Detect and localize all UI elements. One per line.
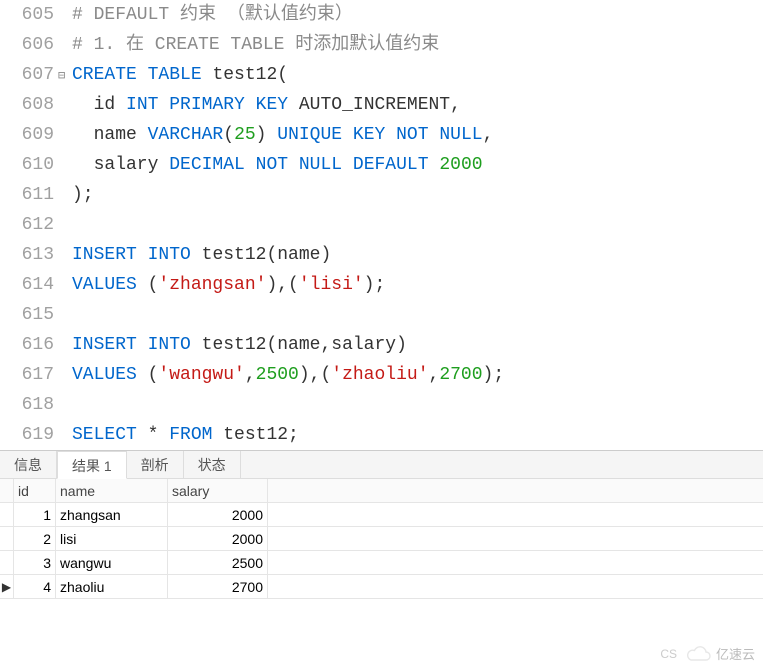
code-line[interactable]: 618 bbox=[0, 390, 763, 420]
fold-toggle-icon[interactable]: ⊟ bbox=[58, 61, 72, 91]
cell-id[interactable]: 4 bbox=[14, 575, 56, 598]
code-line[interactable]: 610 salary DECIMAL NOT NULL DEFAULT 2000 bbox=[0, 150, 763, 180]
col-header-salary[interactable]: salary bbox=[168, 479, 268, 502]
tab-3[interactable]: 状态 bbox=[184, 451, 241, 478]
cell-salary[interactable]: 2000 bbox=[168, 503, 268, 526]
col-header-id[interactable]: id bbox=[14, 479, 56, 502]
code-line[interactable]: 606 # 1. 在 CREATE TABLE 时添加默认值约束 bbox=[0, 30, 763, 60]
row-pointer-icon bbox=[0, 527, 14, 550]
row-pointer-icon bbox=[0, 503, 14, 526]
row-pointer-icon bbox=[0, 551, 14, 574]
tab-0[interactable]: 信息 bbox=[0, 451, 57, 478]
code-line[interactable]: 605 # DEFAULT 约束 （默认值约束） bbox=[0, 0, 763, 30]
result-tabs: 信息结果 1剖析状态 bbox=[0, 451, 763, 479]
code-line[interactable]: 615 bbox=[0, 300, 763, 330]
line-number: 611 bbox=[0, 180, 58, 210]
code-line[interactable]: 613 INSERT INTO test12(name) bbox=[0, 240, 763, 270]
line-number: 619 bbox=[0, 420, 58, 450]
code-content[interactable]: INSERT INTO test12(name) bbox=[72, 240, 331, 270]
cell-name[interactable]: zhangsan bbox=[56, 503, 168, 526]
cell-name[interactable]: wangwu bbox=[56, 551, 168, 574]
code-line[interactable]: 609 name VARCHAR(25) UNIQUE KEY NOT NULL… bbox=[0, 120, 763, 150]
watermark-text: 亿速云 bbox=[716, 644, 755, 663]
line-number: 615 bbox=[0, 300, 58, 330]
grid-header-row: id name salary bbox=[0, 479, 763, 503]
cell-name[interactable]: lisi bbox=[56, 527, 168, 550]
code-line[interactable]: 608 id INT PRIMARY KEY AUTO_INCREMENT, bbox=[0, 90, 763, 120]
code-line[interactable]: 617 VALUES ('wangwu',2500),('zhaoliu',270… bbox=[0, 360, 763, 390]
table-row[interactable]: 3wangwu2500 bbox=[0, 551, 763, 575]
code-editor[interactable]: 605 # DEFAULT 约束 （默认值约束） 606 # 1. 在 CREATE … bbox=[0, 0, 763, 451]
line-number: 607 bbox=[0, 60, 58, 90]
cell-salary[interactable]: 2000 bbox=[168, 527, 268, 550]
watermark: 亿速云 bbox=[686, 644, 755, 663]
code-line[interactable]: 607⊟CREATE TABLE test12( bbox=[0, 60, 763, 90]
code-content[interactable]: VALUES ('wangwu',2500),('zhaoliu',2700); bbox=[72, 360, 504, 390]
code-content[interactable]: INSERT INTO test12(name,salary) bbox=[72, 330, 407, 360]
code-content[interactable]: id INT PRIMARY KEY AUTO_INCREMENT, bbox=[72, 90, 461, 120]
cell-id[interactable]: 2 bbox=[14, 527, 56, 550]
code-line[interactable]: 616 INSERT INTO test12(name,salary) bbox=[0, 330, 763, 360]
code-line[interactable]: 612 bbox=[0, 210, 763, 240]
cell-id[interactable]: 1 bbox=[14, 503, 56, 526]
col-header-name[interactable]: name bbox=[56, 479, 168, 502]
line-number: 614 bbox=[0, 270, 58, 300]
code-content[interactable]: name VARCHAR(25) UNIQUE KEY NOT NULL, bbox=[72, 120, 493, 150]
code-content[interactable]: SELECT * FROM test12; bbox=[72, 420, 299, 450]
result-grid[interactable]: id name salary 1zhangsan20002lisi20003wa… bbox=[0, 479, 763, 599]
cell-salary[interactable]: 2700 bbox=[168, 575, 268, 598]
code-line[interactable]: 611); bbox=[0, 180, 763, 210]
cell-name[interactable]: zhaoliu bbox=[56, 575, 168, 598]
cell-id[interactable]: 3 bbox=[14, 551, 56, 574]
line-number: 613 bbox=[0, 240, 58, 270]
tab-2[interactable]: 剖析 bbox=[127, 451, 184, 478]
cell-salary[interactable]: 2500 bbox=[168, 551, 268, 574]
line-number: 610 bbox=[0, 150, 58, 180]
cs-watermark: CS bbox=[660, 647, 677, 661]
code-content[interactable]: ); bbox=[72, 180, 94, 210]
code-content[interactable]: salary DECIMAL NOT NULL DEFAULT 2000 bbox=[72, 150, 483, 180]
line-number: 616 bbox=[0, 330, 58, 360]
table-row[interactable]: 1zhangsan2000 bbox=[0, 503, 763, 527]
tab-1[interactable]: 结果 1 bbox=[57, 451, 127, 479]
code-line[interactable]: 614 VALUES ('zhangsan'),('lisi'); bbox=[0, 270, 763, 300]
line-number: 618 bbox=[0, 390, 58, 420]
line-number: 612 bbox=[0, 210, 58, 240]
line-number: 609 bbox=[0, 120, 58, 150]
row-pointer-header bbox=[0, 479, 14, 502]
cloud-icon bbox=[686, 646, 712, 662]
table-row[interactable]: 2lisi2000 bbox=[0, 527, 763, 551]
code-content[interactable]: VALUES ('zhangsan'),('lisi'); bbox=[72, 270, 385, 300]
line-number: 608 bbox=[0, 90, 58, 120]
code-line[interactable]: 619 SELECT * FROM test12; bbox=[0, 420, 763, 450]
row-pointer-icon: ▶ bbox=[0, 575, 14, 598]
code-content[interactable]: # DEFAULT 约束 （默认值约束） bbox=[72, 0, 353, 30]
line-number: 617 bbox=[0, 360, 58, 390]
code-content[interactable]: CREATE TABLE test12( bbox=[72, 60, 288, 90]
line-number: 605 bbox=[0, 0, 58, 30]
code-content[interactable]: # 1. 在 CREATE TABLE 时添加默认值约束 bbox=[72, 30, 439, 60]
table-row[interactable]: ▶4zhaoliu2700 bbox=[0, 575, 763, 599]
line-number: 606 bbox=[0, 30, 58, 60]
